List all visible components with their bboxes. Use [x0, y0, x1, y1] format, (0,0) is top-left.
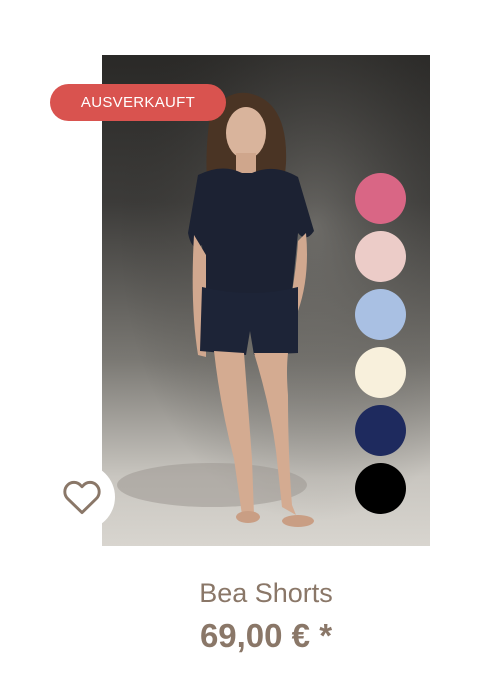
product-card: AUSVERKAUFT Bea Shorts 69,00 € * — [0, 0, 498, 690]
product-title[interactable]: Bea Shorts — [0, 578, 498, 609]
color-swatches — [355, 173, 407, 521]
wishlist-button[interactable] — [49, 464, 115, 530]
product-price: 69,00 € * — [199, 617, 333, 654]
color-swatch-cream[interactable] — [355, 347, 406, 398]
color-swatch-light-blue[interactable] — [355, 289, 406, 340]
color-swatch-rose[interactable] — [355, 231, 406, 282]
sold-out-badge: AUSVERKAUFT — [50, 84, 226, 121]
color-swatch-pink[interactable] — [355, 173, 406, 224]
heart-icon — [63, 480, 101, 515]
color-swatch-black[interactable] — [355, 463, 406, 514]
color-swatch-navy[interactable] — [355, 405, 406, 456]
